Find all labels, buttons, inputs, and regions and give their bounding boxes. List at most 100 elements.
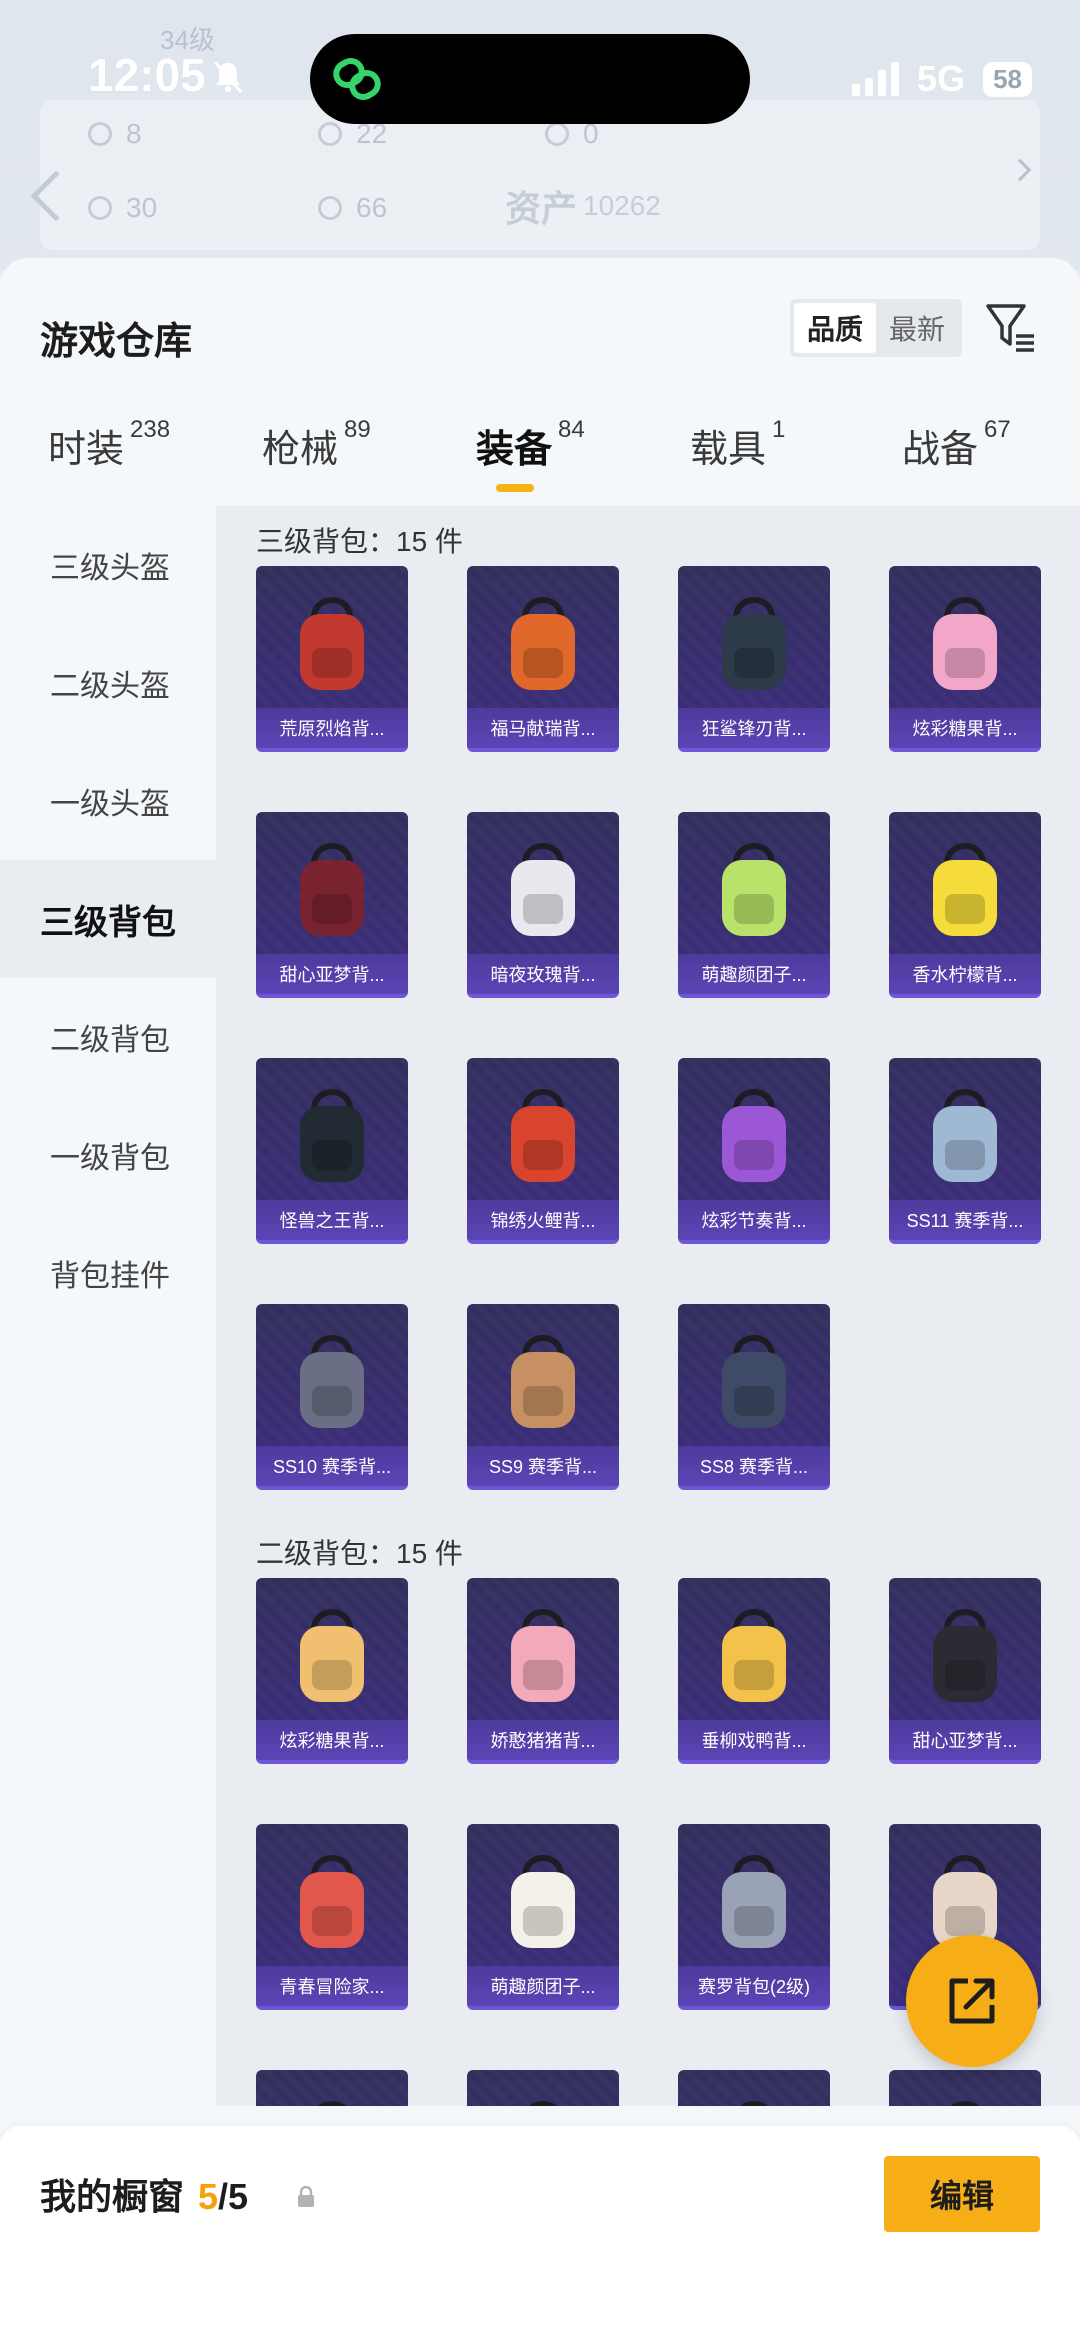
item-card[interactable]: SS10 赛季背... — [256, 1304, 408, 1490]
item-card[interactable] — [889, 2070, 1041, 2106]
backpack-icon — [511, 1609, 575, 1702]
item-card[interactable]: 萌趣颜团子... — [678, 812, 830, 998]
item-card[interactable]: 甜心亚梦背... — [256, 812, 408, 998]
backpack-icon — [511, 1855, 575, 1948]
backpack-icon — [740, 2101, 768, 2106]
backpack-icon — [511, 1335, 575, 1428]
item-name: 青春冒险家... — [256, 1966, 408, 2006]
item-card[interactable]: SS11 赛季背... — [889, 1058, 1041, 1244]
sidebar-item-helmet-2[interactable]: 二级头盔 — [0, 624, 216, 742]
item-card[interactable]: 垂柳戏鸭背... — [678, 1578, 830, 1764]
item-name: 荒原烈焰背... — [256, 708, 408, 748]
item-grid: 三级背包：15 件 二级背包：15 件 荒原烈焰背... 福马献瑞背... 狂鲨锋刃… — [216, 506, 1080, 2106]
signal-icon — [852, 62, 900, 96]
item-name: 甜心亚梦背... — [256, 954, 408, 994]
item-card[interactable]: SS8 赛季背... — [678, 1304, 830, 1490]
item-name: 炫彩糖果背... — [889, 708, 1041, 748]
item-name: 炫彩糖果背... — [256, 1720, 408, 1760]
tab-vehicles[interactable]: 载具 1 — [690, 416, 785, 473]
item-name: 娇憨猪猪背... — [467, 1720, 619, 1760]
item-card[interactable]: 怪兽之王背... — [256, 1058, 408, 1244]
backpack-icon — [722, 1609, 786, 1702]
bg-stat: 66 — [318, 192, 387, 224]
item-card[interactable]: 香水柠檬背... — [889, 812, 1041, 998]
sidebar: 三级头盔 二级头盔 一级头盔 三级背包 二级背包 一级背包 背包挂件 — [0, 506, 216, 2106]
item-card[interactable]: 娇憨猪猪背... — [467, 1578, 619, 1764]
item-card[interactable]: 萌趣颜团子... — [467, 1824, 619, 2010]
bg-asset-value: 10262 — [583, 190, 661, 221]
backpack-icon — [933, 843, 997, 936]
tab-supplies[interactable]: 战备 67 — [902, 416, 1011, 473]
tab-equipment[interactable]: 装备 84 — [476, 416, 585, 473]
item-card[interactable]: 炫彩糖果背... — [889, 566, 1041, 752]
item-card[interactable]: 暗夜玫瑰背... — [467, 812, 619, 998]
item-card[interactable]: 荒原烈焰背... — [256, 566, 408, 752]
sort-latest-button[interactable]: 最新 — [876, 303, 958, 353]
category-tabs: 时装 238 枪械 89 装备 84 载具 1 战备 67 — [0, 416, 1080, 498]
sidebar-item-backpack-charm[interactable]: 背包挂件 — [0, 1214, 216, 1332]
backpack-icon — [511, 597, 575, 690]
tab-fashion[interactable]: 时装 238 — [48, 416, 170, 473]
backpack-icon — [300, 1855, 364, 1948]
item-name: SS8 赛季背... — [678, 1446, 830, 1486]
item-card[interactable] — [256, 2070, 408, 2106]
bg-stat: 30 — [88, 192, 157, 224]
item-card[interactable]: SS9 赛季背... — [467, 1304, 619, 1490]
item-name: SS9 赛季背... — [467, 1446, 619, 1486]
item-name: SS10 赛季背... — [256, 1446, 408, 1486]
status-time: 12:05 — [88, 49, 206, 101]
backpack-icon — [318, 2101, 346, 2106]
backpack-icon — [300, 843, 364, 936]
page-title: 游戏仓库 — [40, 321, 193, 363]
item-name: 赛罗背包(2级) — [678, 1966, 830, 2006]
item-name: 福马献瑞背... — [467, 708, 619, 748]
sidebar-item-helmet-1[interactable]: 一级头盔 — [0, 742, 216, 860]
sidebar-item-backpack-3[interactable]: 三级背包 — [0, 860, 216, 978]
filter-icon[interactable] — [984, 302, 1038, 354]
item-card[interactable]: 炫彩糖果背... — [256, 1578, 408, 1764]
backpack-icon — [722, 1089, 786, 1182]
backpack-icon — [933, 1609, 997, 1702]
item-card[interactable]: 锦绣火鲤背... — [467, 1058, 619, 1244]
sidebar-item-backpack-1[interactable]: 一级背包 — [0, 1096, 216, 1214]
item-name: 垂柳戏鸭背... — [678, 1720, 830, 1760]
item-name: 暗夜玫瑰背... — [467, 954, 619, 994]
item-name: 怪兽之王背... — [256, 1200, 408, 1240]
tab-firearms[interactable]: 枪械 89 — [262, 416, 371, 473]
item-name: 萌趣颜团子... — [467, 1966, 619, 2006]
bg-asset-label: 资产 — [505, 188, 578, 229]
item-card[interactable]: 炫彩节奏背... — [678, 1058, 830, 1244]
app-link-icon — [333, 58, 381, 100]
item-card[interactable]: 福马献瑞背... — [467, 566, 619, 752]
backpack-icon — [933, 1089, 997, 1182]
item-card[interactable]: 狂鲨锋刃背... — [678, 566, 830, 752]
item-name: 锦绣火鲤背... — [467, 1200, 619, 1240]
sort-quality-button[interactable]: 品质 — [794, 303, 876, 353]
section-title: 三级背包：15 件 — [256, 526, 463, 557]
item-card[interactable] — [467, 2070, 619, 2106]
backpack-icon — [951, 2101, 979, 2106]
edit-button[interactable]: 编辑 — [884, 2156, 1040, 2232]
item-card[interactable]: 赛罗背包(2级) — [678, 1824, 830, 2010]
sort-toggle: 品质 最新 — [790, 299, 962, 357]
status-right: 5G 58 — [852, 58, 1032, 100]
backpack-icon — [722, 597, 786, 690]
backpack-icon — [300, 1089, 364, 1182]
backpack-icon — [300, 597, 364, 690]
item-name: 炫彩节奏背... — [678, 1200, 830, 1240]
active-tab-indicator — [496, 484, 534, 492]
item-card[interactable]: 青春冒险家... — [256, 1824, 408, 2010]
showcase-bar: 我的橱窗 5/5 编辑 — [0, 2126, 1080, 2347]
sidebar-item-backpack-2[interactable]: 二级背包 — [0, 978, 216, 1096]
backpack-icon — [722, 1855, 786, 1948]
sidebar-item-helmet-3[interactable]: 三级头盔 — [0, 506, 216, 624]
backpack-icon — [722, 1335, 786, 1428]
backpack-icon — [511, 843, 575, 936]
item-name: 萌趣颜团子... — [678, 954, 830, 994]
share-fab-button[interactable] — [906, 1935, 1038, 2067]
dynamic-island — [310, 34, 750, 124]
item-card[interactable] — [678, 2070, 830, 2106]
item-name: 狂鲨锋刃背... — [678, 708, 830, 748]
showcase-title: 我的橱窗 5/5 — [40, 2176, 249, 2217]
item-card[interactable]: 甜心亚梦背... — [889, 1578, 1041, 1764]
